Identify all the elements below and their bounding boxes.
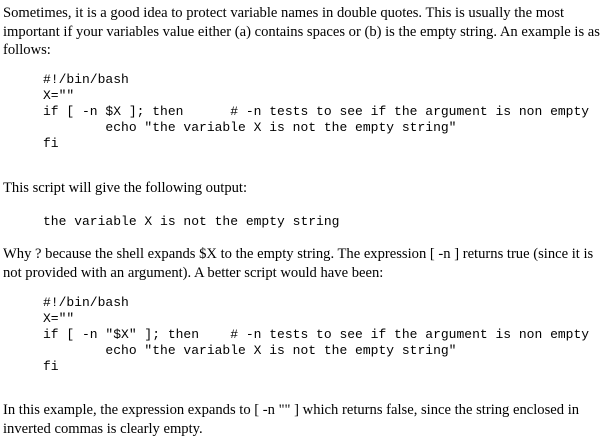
intro-paragraph: Sometimes, it is a good idea to protect … xyxy=(3,5,600,58)
output-example: the variable X is not the empty string xyxy=(43,214,340,229)
explanation-paragraph: Why ? because the shell expands $X to th… xyxy=(3,246,594,281)
output-intro-paragraph: This script will give the following outp… xyxy=(3,180,248,196)
conclusion-paragraph: In this example, the expression expands … xyxy=(3,402,580,437)
code-example-2: #!/bin/bash X="" if [ -n "$X" ]; then # … xyxy=(43,295,590,374)
code-example-1: #!/bin/bash X="" if [ -n $X ]; then # -n… xyxy=(43,72,590,151)
